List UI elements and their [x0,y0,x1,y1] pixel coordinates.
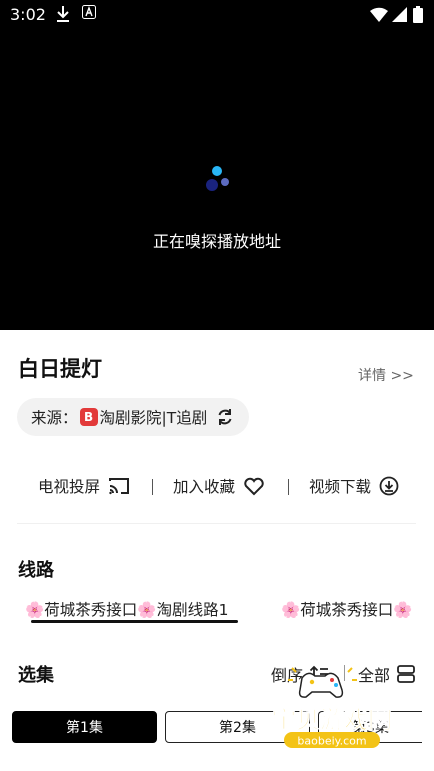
favorite-label: 加入收藏 [173,478,236,496]
svg-text:baobeiy.com: baobeiy.com [297,735,366,748]
route-tab-2[interactable]: 🌸荷城茶秀接口🌸 [281,598,413,620]
favorite-button[interactable]: 加入收藏 [173,475,265,497]
download-circle-icon [379,476,399,496]
source-selector[interactable]: 来源： B 淘剧影院|T追剧 [17,398,250,436]
route-tab-1[interactable]: 🌸荷城茶秀接口🌸淘剧线路1 [25,598,228,620]
source-logo-icon: B [79,408,98,426]
svg-text:宝贝游戏网: 宝贝游戏网 [272,706,392,734]
watermark-logo: 宝贝游戏网 baobeiy.com [272,667,392,748]
divider [17,523,416,524]
status-bar: 3:02 [0,0,434,30]
loading-spinner-icon [206,166,229,191]
player-status-text: 正在嗅探播放地址 [152,232,281,251]
download-button[interactable]: 视频下载 [309,475,399,497]
details-link[interactable]: 详情 >> [358,365,414,385]
download-notification-icon [57,6,69,22]
cast-button[interactable]: 电视投屏 [38,475,130,497]
battery-icon [413,6,423,23]
show-title: 白日提灯 [18,357,102,381]
source-name: 淘剧影院|T追剧 [99,409,208,427]
video-player[interactable]: 正在嗅探播放地址 [0,0,434,330]
cast-icon [109,478,130,495]
source-label: 来源： [31,409,78,427]
episode-button-1[interactable]: 第1集 [12,711,157,743]
status-time: 3:02 [10,5,46,24]
action-separator [152,479,153,495]
cast-label: 电视投屏 [38,478,101,496]
routes-heading: 线路 [18,560,54,581]
keyboard-notification-icon [82,5,96,19]
action-bar: 电视投屏 加入收藏 视频下载 [0,475,434,501]
heart-icon [244,477,264,496]
download-label: 视频下载 [309,478,372,496]
gamepad-icon [288,667,357,698]
episodes-heading: 选集 [18,665,54,686]
action-separator [288,479,289,495]
route-active-indicator [31,620,238,623]
wifi-icon [370,7,388,22]
refresh-icon[interactable] [215,407,235,427]
signal-icon [392,7,407,22]
